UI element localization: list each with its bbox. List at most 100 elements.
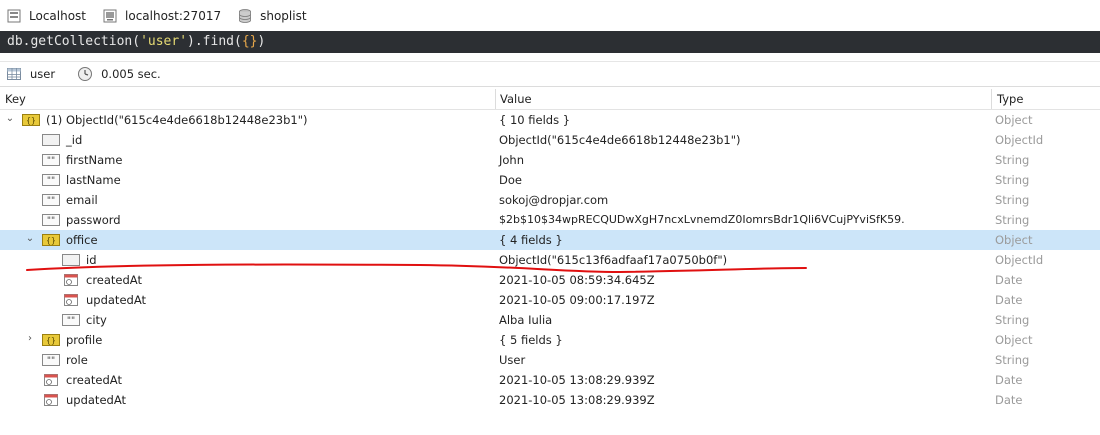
row-key: city [86, 313, 107, 327]
tree-row[interactable]: createdAt 2021-10-05 13:08:29.939Z Date [0, 370, 1100, 390]
svg-text:"": "" [47, 156, 55, 166]
row-value: 2021-10-05 09:00:17.197Z [499, 293, 655, 307]
type-column-header[interactable]: Type [997, 92, 1023, 106]
objectid-icon [42, 134, 60, 146]
row-type: ObjectId [995, 253, 1044, 267]
value-column-header[interactable]: Value [500, 92, 532, 106]
row-value: ObjectId("615c13f6adfaaf17a0750b0f") [499, 253, 728, 267]
row-value: sokoj@dropjar.com [499, 193, 609, 207]
connection-bar: Localhost localhost:27017 shoplist [0, 0, 1100, 32]
query-suffix: ) [257, 34, 266, 49]
row-value: 2021-10-05 08:59:34.645Z [499, 273, 655, 287]
row-key: (1) ObjectId("615c4e4de6618b12448e23b1") [46, 113, 308, 127]
row-value: Alba Iulia [499, 313, 553, 327]
row-value: { 10 fields } [499, 113, 571, 127]
tree-row[interactable]: "" city Alba Iulia String [0, 310, 1100, 330]
row-key: id [86, 253, 97, 267]
clock-icon [78, 67, 93, 81]
row-type: String [995, 353, 1030, 367]
row-value: User [499, 353, 526, 367]
row-type: String [995, 193, 1030, 207]
object-icon: {} [22, 114, 40, 126]
chevron-right-icon[interactable]: › [25, 334, 35, 344]
object-icon: {} [42, 334, 60, 346]
string-icon: "" [42, 174, 60, 186]
date-icon [44, 394, 58, 406]
query-args: {} [241, 34, 258, 49]
date-icon [44, 374, 58, 386]
row-value: ObjectId("615c4e4de6618b12448e23b1") [499, 133, 741, 147]
row-key: office [66, 233, 98, 247]
row-type: Date [995, 393, 1023, 407]
row-value: { 4 fields } [499, 233, 563, 247]
query-time: 0.005 sec. [101, 67, 161, 81]
row-key: updatedAt [66, 393, 126, 407]
column-divider[interactable] [495, 89, 496, 109]
row-type: String [995, 173, 1030, 187]
row-type: String [995, 153, 1030, 167]
tree-row[interactable]: ⌄ {} (1) ObjectId("615c4e4de6618b12448e2… [0, 110, 1100, 130]
row-type: ObjectId [995, 133, 1044, 147]
row-type: String [995, 213, 1030, 227]
tree-row[interactable]: createdAt 2021-10-05 08:59:34.645Z Date [0, 270, 1100, 290]
string-icon: "" [42, 194, 60, 206]
server-label: Localhost [29, 9, 87, 23]
row-type: Date [995, 273, 1023, 287]
svg-text:{}: {} [26, 116, 36, 125]
object-icon: {} [42, 234, 60, 246]
svg-text:{}: {} [46, 236, 56, 245]
svg-text:{}: {} [46, 336, 56, 345]
string-icon: "" [42, 154, 60, 166]
row-key: createdAt [66, 373, 122, 387]
database-crumb[interactable]: shoplist [237, 8, 307, 24]
query-prefix: db.getCollection( [7, 34, 141, 49]
tree-row[interactable]: _id ObjectId("615c4e4de6618b12448e23b1")… [0, 130, 1100, 150]
row-value: { 5 fields } [499, 333, 563, 347]
server-crumb[interactable]: Localhost [6, 8, 86, 24]
row-key: _id [66, 133, 83, 147]
tree-row-selected[interactable]: ⌄ {} office { 4 fields } Object [0, 230, 1100, 250]
row-key: firstName [66, 153, 123, 167]
tree-row[interactable]: › {} profile { 5 fields } Object [0, 330, 1100, 350]
row-type: String [995, 313, 1030, 327]
row-key: password [66, 213, 121, 227]
host-icon [103, 9, 117, 23]
host-crumb[interactable]: localhost:27017 [102, 8, 221, 24]
chevron-down-icon[interactable]: ⌄ [25, 234, 35, 244]
result-status-bar: user 0.005 sec. [0, 61, 1100, 87]
database-icon [239, 9, 252, 23]
row-type: Object [995, 233, 1033, 247]
column-divider[interactable] [991, 89, 992, 109]
svg-text:"": "" [47, 356, 55, 366]
tree-row[interactable]: "" email sokoj@dropjar.com String [0, 190, 1100, 210]
query-editor[interactable]: db.getCollection('user').find({}) [0, 31, 1100, 53]
svg-text:"": "" [47, 176, 55, 186]
tree-row[interactable]: id ObjectId("615c13f6adfaaf17a0750b0f") … [0, 250, 1100, 270]
svg-text:"": "" [47, 196, 55, 206]
server-icon [7, 9, 21, 23]
collection-label: user [30, 67, 56, 81]
objectid-icon [62, 254, 80, 266]
tree-row[interactable]: "" firstName John String [0, 150, 1100, 170]
svg-text:"": "" [67, 316, 75, 326]
date-icon [64, 294, 78, 306]
row-key: role [66, 353, 88, 367]
table-view-icon[interactable] [6, 66, 22, 82]
tree-row[interactable]: "" lastName Doe String [0, 170, 1100, 190]
key-column-header[interactable]: Key [5, 92, 26, 106]
row-value: $2b$10$34wpRECQUDwXgH7ncxLvnemdZ0IomrsBd… [499, 213, 905, 226]
string-icon: "" [62, 314, 80, 326]
tree-row[interactable]: updatedAt 2021-10-05 13:08:29.939Z Date [0, 390, 1100, 410]
tree-row[interactable]: updatedAt 2021-10-05 09:00:17.197Z Date [0, 290, 1100, 310]
chevron-down-icon[interactable]: ⌄ [5, 114, 15, 124]
svg-text:"": "" [47, 216, 55, 226]
row-value: Doe [499, 173, 522, 187]
tree-row[interactable]: "" role User String [0, 350, 1100, 370]
row-key: createdAt [86, 273, 142, 287]
row-value: 2021-10-05 13:08:29.939Z [499, 393, 655, 407]
row-type: Date [995, 293, 1023, 307]
results-header: Key Value Type [0, 89, 1100, 110]
tree-row[interactable]: "" password $2b$10$34wpRECQUDwXgH7ncxLvn… [0, 210, 1100, 230]
row-value: 2021-10-05 13:08:29.939Z [499, 373, 655, 387]
query-mid: ).find( [187, 34, 242, 49]
